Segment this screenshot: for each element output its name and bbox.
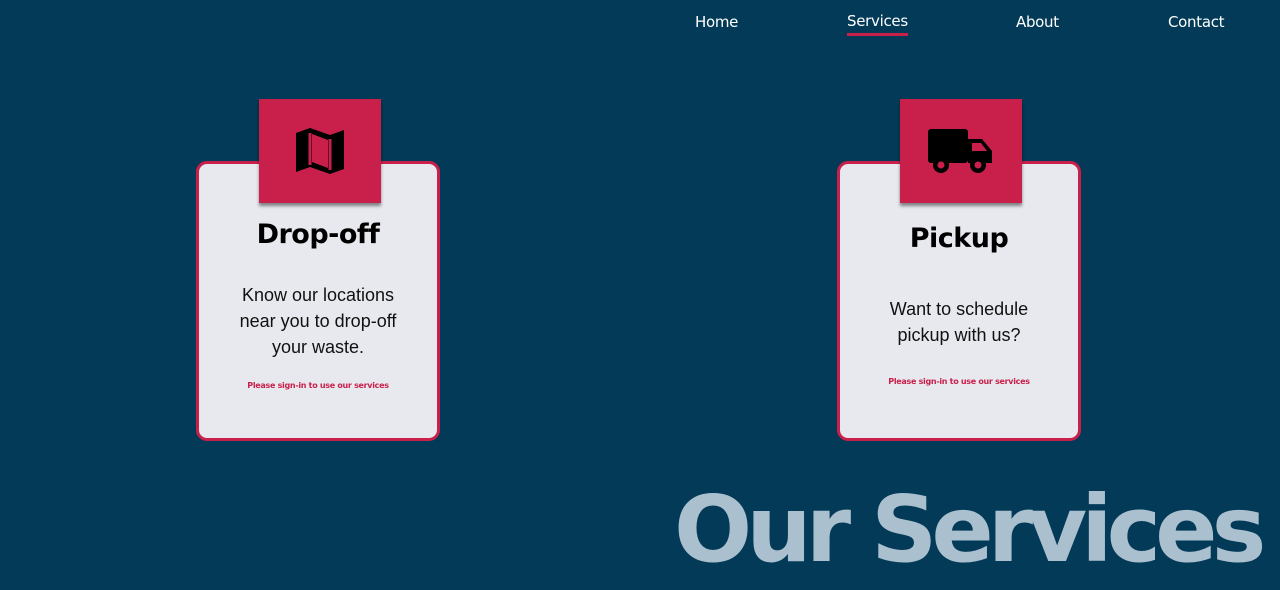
pickup-card-description: Want to schedule pickup with us? — [889, 299, 1029, 345]
pickup-card-title: Pickup — [909, 223, 1009, 254]
truck-icon — [928, 129, 992, 173]
map-icon — [296, 128, 344, 174]
nav-home-link[interactable]: Home — [695, 13, 738, 31]
nav-services-link[interactable]: Services — [847, 12, 908, 36]
section-title: Our Services — [674, 476, 1266, 583]
pickup-card[interactable]: Pickup Want to schedule pickup with us? … — [837, 161, 1081, 441]
top-nav: Home Services About Contact — [0, 0, 1280, 50]
pickup-signin-note: Please sign-in to use our services — [888, 377, 1030, 386]
dropoff-signin-note: Please sign-in to use our services — [247, 381, 389, 390]
dropoff-card-title: Drop-off — [256, 219, 380, 250]
nav-about-link[interactable]: About — [1016, 13, 1059, 31]
dropoff-card-description: Know our locations near you to drop-off … — [239, 285, 397, 357]
dropoff-card[interactable]: Drop-off Know our locations near you to … — [196, 161, 440, 441]
nav-contact-link[interactable]: Contact — [1168, 13, 1225, 31]
dropoff-icon-box — [259, 99, 381, 203]
pickup-icon-box — [900, 99, 1022, 203]
